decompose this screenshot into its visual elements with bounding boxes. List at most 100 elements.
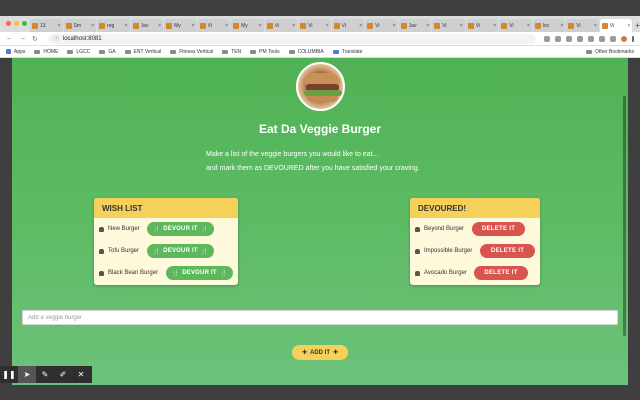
- page-viewport: Eat Da Veggie Burger Make a list of the …: [12, 58, 628, 385]
- translate-icon: [332, 49, 339, 54]
- browser-tab[interactable]: 13 ×: [30, 19, 63, 32]
- tab-close-icon[interactable]: ×: [192, 23, 195, 29]
- add-it-button[interactable]: ✚ ADD IT ✚: [292, 345, 348, 360]
- bookmark-folder[interactable]: ENT Vertical: [124, 49, 161, 55]
- browser-tab[interactable]: loc ×: [532, 19, 566, 32]
- bookmark-folder[interactable]: Fitness Vertical: [170, 49, 213, 55]
- bookmark-apps[interactable]: Apps: [6, 49, 25, 55]
- tab-close-icon[interactable]: ×: [393, 23, 396, 29]
- utensils-icon: 🍴: [152, 226, 161, 233]
- browser-tab[interactable]: Vi ×: [465, 19, 499, 32]
- delete-button[interactable]: DELETE IT: [472, 222, 525, 236]
- close-window-button[interactable]: [6, 21, 11, 26]
- add-burger-input[interactable]: [22, 310, 618, 325]
- new-tab-icon[interactable]: +: [635, 21, 640, 30]
- tab-close-icon[interactable]: ×: [292, 23, 295, 29]
- bookmark-folder[interactable]: PM Tools: [250, 49, 280, 55]
- window-controls[interactable]: [6, 21, 27, 26]
- reload-icon[interactable]: ↻: [32, 35, 38, 43]
- tab-close-icon[interactable]: ×: [91, 23, 94, 29]
- folder-icon: [250, 49, 257, 54]
- extension-icon[interactable]: [599, 35, 605, 42]
- extension-icon[interactable]: [566, 35, 572, 42]
- extension-icon[interactable]: [588, 35, 594, 42]
- delete-button[interactable]: DELETE IT: [474, 266, 528, 280]
- cursor-icon[interactable]: ➤: [18, 366, 36, 383]
- tab-close-icon[interactable]: ×: [326, 23, 329, 29]
- devour-button[interactable]: 🍴 DEVOUR IT 🍴: [166, 266, 233, 280]
- tab-close-icon[interactable]: ×: [125, 23, 128, 29]
- devour-button[interactable]: 🍴 DEVOUR IT 🍴: [147, 244, 214, 258]
- browser-tab[interactable]: Sm ×: [63, 19, 97, 32]
- delete-button[interactable]: DELETE IT: [480, 244, 535, 258]
- tab-close-icon[interactable]: ×: [493, 23, 496, 29]
- bookmark-folder[interactable]: GA: [99, 49, 116, 55]
- close-icon[interactable]: ✕: [72, 366, 90, 383]
- address-bar[interactable]: ⓘ localhost:8081: [47, 33, 536, 44]
- browser-tab[interactable]: reg ×: [97, 19, 130, 32]
- browser-tab[interactable]: My ×: [231, 19, 264, 32]
- bookmark-folder[interactable]: TEN: [222, 49, 241, 55]
- pen-icon[interactable]: ✎: [36, 366, 54, 383]
- star-icon[interactable]: [544, 35, 550, 42]
- wish-list-item: New Burger 🍴 DEVOUR IT 🍴: [94, 218, 238, 240]
- tab-favicon-icon: [99, 22, 106, 29]
- tab-favicon-icon: [32, 22, 38, 29]
- devour-button[interactable]: 🍴 DEVOUR IT 🍴: [147, 222, 214, 236]
- tab-close-icon[interactable]: ×: [158, 23, 161, 29]
- bookmark-folder[interactable]: HOME: [34, 49, 58, 55]
- browser-tab[interactable]: Jav ×: [398, 19, 432, 32]
- browser-tab[interactable]: Vi ×: [432, 19, 465, 32]
- wish-list-card: WISH LIST New Burger 🍴 DEVOUR IT 🍴 Tofu …: [94, 198, 238, 285]
- extension-icons: [544, 35, 634, 42]
- browser-tab[interactable]: My ×: [164, 19, 197, 32]
- folder-icon: [34, 49, 41, 54]
- folder-icon: [288, 49, 295, 54]
- other-bookmarks[interactable]: Other Bookmarks: [586, 49, 634, 55]
- menu-icon[interactable]: [632, 35, 634, 42]
- bookmark-translate[interactable]: Translate: [332, 49, 362, 55]
- browser-tab[interactable]: Vi ×: [566, 19, 599, 32]
- zoom-window-button[interactable]: [22, 21, 27, 26]
- bookmark-folder[interactable]: COLUMBIA: [288, 49, 324, 55]
- extension-icon[interactable]: [577, 35, 583, 42]
- tab-close-icon[interactable]: ×: [460, 23, 463, 29]
- tab-close-icon[interactable]: ×: [426, 23, 429, 29]
- browser-tab-active[interactable]: Vi ×: [599, 19, 633, 32]
- wish-list-heading: WISH LIST: [94, 198, 238, 218]
- tab-close-icon[interactable]: ×: [225, 23, 228, 29]
- extension-icon[interactable]: [555, 35, 561, 42]
- back-icon[interactable]: ←: [6, 35, 13, 43]
- extension-icon[interactable]: [610, 35, 616, 42]
- tab-close-icon[interactable]: ×: [560, 23, 563, 29]
- utensils-icon: 🍴: [200, 226, 209, 233]
- browser-tab[interactable]: Vi ×: [499, 19, 532, 32]
- browser-tab[interactable]: Jav ×: [130, 19, 164, 32]
- browser-tab[interactable]: Vi ×: [331, 19, 365, 32]
- burger-icon: [99, 248, 104, 254]
- info-icon[interactable]: ⓘ: [54, 35, 59, 42]
- devoured-item: Impossible Burger DELETE IT: [410, 240, 540, 262]
- browser-tab[interactable]: Vi ×: [264, 19, 298, 32]
- tab-favicon-icon: [266, 22, 273, 29]
- browser-tab[interactable]: Vi ×: [197, 19, 231, 32]
- tab-favicon-icon: [233, 22, 240, 29]
- browser-tab-strip: 13 × Sm × reg × Jav × My × Vi × My × Vi × Vi × Vi…: [0, 16, 640, 32]
- burger-icon: [415, 226, 420, 232]
- tab-close-icon[interactable]: ×: [527, 23, 530, 29]
- pause-icon[interactable]: ❚❚: [0, 366, 18, 383]
- browser-tab[interactable]: Vi ×: [298, 19, 331, 32]
- tab-close-icon[interactable]: ×: [627, 23, 630, 29]
- tab-close-icon[interactable]: ×: [58, 23, 61, 29]
- tab-close-icon[interactable]: ×: [594, 23, 597, 29]
- wish-list-item: Black Bean Burger 🍴 DEVOUR IT 🍴: [94, 262, 238, 284]
- page-scrollbar[interactable]: [623, 96, 626, 336]
- forward-icon[interactable]: →: [19, 35, 26, 43]
- profile-avatar[interactable]: [621, 35, 627, 42]
- tab-close-icon[interactable]: ×: [359, 23, 362, 29]
- bookmark-folder[interactable]: LGCC: [67, 49, 90, 55]
- minimize-window-button[interactable]: [14, 21, 19, 26]
- tab-close-icon[interactable]: ×: [259, 23, 262, 29]
- highlighter-icon[interactable]: ✐: [54, 366, 72, 383]
- browser-tab[interactable]: Vi ×: [365, 19, 398, 32]
